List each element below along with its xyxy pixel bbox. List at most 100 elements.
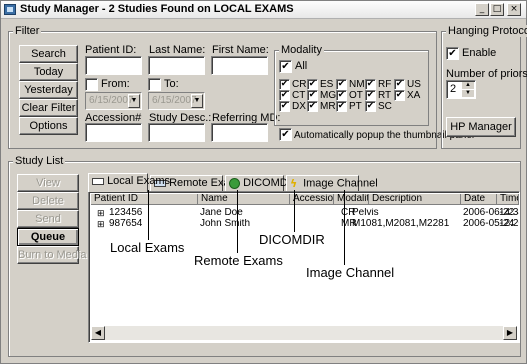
to-date-picker[interactable]: 6/15/2007 ▼: [148, 92, 205, 110]
study-desc-input[interactable]: [148, 123, 205, 142]
referring-md-input[interactable]: [211, 123, 268, 142]
modality-mr-label: MR: [320, 101, 336, 112]
priors-spinner[interactable]: 2 ▲ ▼: [446, 80, 476, 99]
cell-description: Pelvis: [352, 208, 379, 218]
tab-label: Image Channel: [303, 177, 378, 190]
from-date-value: 6/15/2007: [89, 95, 134, 106]
cell-description: M1081,M2081,M2281: [352, 219, 450, 229]
column-header-time[interactable]: Time: [497, 194, 519, 205]
scroll-left-icon[interactable]: ◀: [91, 326, 105, 340]
auto-popup-checkbox[interactable]: ✔: [279, 128, 292, 141]
column-header-description[interactable]: Description: [369, 194, 461, 205]
modality-sc-label: SC: [378, 101, 392, 112]
to-label: To:: [164, 78, 179, 90]
title-bar[interactable]: Study Manager - 2 Studies Found on LOCAL…: [1, 1, 526, 19]
column-header-patient-id[interactable]: Patient ID: [91, 194, 198, 205]
to-date-value: 6/15/2007: [152, 95, 197, 106]
tab-local-exams[interactable]: Local Exams: [88, 173, 170, 192]
modality-all-checkbox[interactable]: ✔: [279, 60, 292, 73]
modality-ot-checkbox[interactable]: ✔: [336, 90, 347, 101]
modality-ct-checkbox[interactable]: ✔: [279, 90, 290, 101]
clear-filter-button[interactable]: Clear Filter: [19, 99, 78, 117]
local-exams-callout-line: [148, 190, 149, 240]
delete-button[interactable]: Delete: [17, 192, 79, 210]
modality-us-checkbox[interactable]: ✔: [394, 79, 405, 90]
scroll-right-icon[interactable]: ▶: [503, 326, 517, 340]
queue-button[interactable]: Queue: [17, 228, 79, 246]
modality-cr-checkbox[interactable]: ✔: [279, 79, 290, 90]
expand-icon[interactable]: ⊞: [97, 208, 105, 218]
modality-mg-checkbox[interactable]: ✔: [307, 90, 318, 101]
remote-exams-annotation: Remote Exams: [194, 253, 283, 268]
dropdown-arrow-icon[interactable]: ▼: [191, 94, 203, 108]
horizontal-scrollbar[interactable]: ◀ ▶: [91, 326, 517, 340]
column-header-name[interactable]: Name: [198, 194, 290, 205]
filter-legend: Filter: [13, 25, 42, 37]
dicomdir-callout-line: [294, 190, 295, 232]
send-button[interactable]: Send: [17, 210, 79, 228]
column-header-modality[interactable]: Modality: [334, 194, 369, 205]
patient-id-input[interactable]: [85, 56, 142, 75]
modality-dx-checkbox[interactable]: ✔: [279, 101, 290, 112]
expand-icon[interactable]: ⊞: [97, 219, 105, 229]
modality-es-checkbox[interactable]: ✔: [307, 79, 318, 90]
to-checkbox[interactable]: [148, 78, 161, 91]
hp-manager-button[interactable]: HP Manager: [446, 117, 516, 137]
modality-pt-checkbox[interactable]: ✔: [336, 101, 347, 112]
enable-checkbox[interactable]: ✔: [446, 47, 459, 60]
first-name-label: First Name:: [212, 44, 269, 56]
image-channel-callout-line: [344, 190, 345, 265]
search-button[interactable]: Search: [19, 45, 78, 63]
view-button[interactable]: View: [17, 174, 79, 192]
minimize-button[interactable]: _: [475, 3, 489, 16]
cell-time: 14:34:0: [499, 208, 519, 218]
modality-mr-checkbox[interactable]: ✔: [307, 101, 318, 112]
from-checkbox[interactable]: [85, 78, 98, 91]
modality-rf-checkbox[interactable]: ✔: [365, 79, 376, 90]
column-header-accession[interactable]: Accession: [290, 194, 334, 205]
cell-patient-id: 123456: [109, 208, 143, 218]
tab-dicomdir[interactable]: DICOMDIR: [225, 175, 299, 192]
cell-name: John Smith: [200, 219, 251, 229]
image-channel-annotation: Image Channel: [306, 265, 395, 280]
column-header-date[interactable]: Date: [461, 194, 497, 205]
cell-patient-id: 987654: [109, 219, 143, 229]
app-icon: [4, 4, 16, 15]
enable-label: Enable: [462, 47, 497, 59]
modality-sc-checkbox[interactable]: ✔: [365, 101, 376, 112]
modality-dx-label: DX: [292, 101, 306, 112]
close-button[interactable]: ×: [507, 3, 521, 16]
burn-to-media-button[interactable]: Burn to Media: [17, 246, 86, 264]
last-name-input[interactable]: [148, 56, 205, 75]
options-button[interactable]: Options: [19, 117, 78, 135]
modality-nm-checkbox[interactable]: ✔: [336, 79, 347, 90]
study-table[interactable]: Patient ID Name Accession Modality Descr…: [88, 191, 520, 343]
modality-xa-label: XA: [407, 90, 421, 101]
spin-up-icon[interactable]: ▲: [462, 82, 474, 89]
modality-all-label: All: [295, 60, 308, 72]
maximize-button[interactable]: □: [490, 3, 504, 16]
today-button[interactable]: Today: [19, 63, 78, 81]
remote-exams-callout-line: [237, 190, 238, 253]
cell-time: 12:20:4: [499, 219, 519, 229]
lightning-icon: ϟ: [290, 177, 298, 190]
spin-down-icon[interactable]: ▼: [462, 90, 474, 97]
accession-input[interactable]: [85, 123, 142, 142]
first-name-input[interactable]: [211, 56, 268, 75]
patient-id-label: Patient ID:: [85, 44, 137, 56]
last-name-label: Last Name:: [149, 44, 206, 56]
drive-icon: [92, 177, 104, 185]
modality-legend: Modality: [279, 44, 324, 56]
priors-value: 2: [450, 83, 457, 95]
study-manager-window: Study Manager - 2 Studies Found on LOCAL…: [0, 0, 527, 364]
from-date-picker[interactable]: 6/15/2007 ▼: [85, 92, 142, 110]
local-exams-annotation: Local Exams: [110, 240, 185, 255]
tab-image-channel[interactable]: ϟ Image Channel: [286, 175, 378, 192]
hanging-protocols-legend: Hanging Protocols: [446, 25, 527, 37]
dropdown-arrow-icon[interactable]: ▼: [128, 94, 140, 108]
modality-pt-label: PT: [349, 101, 362, 112]
modality-rt-checkbox[interactable]: ✔: [365, 90, 376, 101]
modality-xa-checkbox[interactable]: ✔: [394, 90, 405, 101]
study-list-legend: Study List: [13, 155, 66, 167]
yesterday-button[interactable]: Yesterday: [19, 81, 78, 99]
